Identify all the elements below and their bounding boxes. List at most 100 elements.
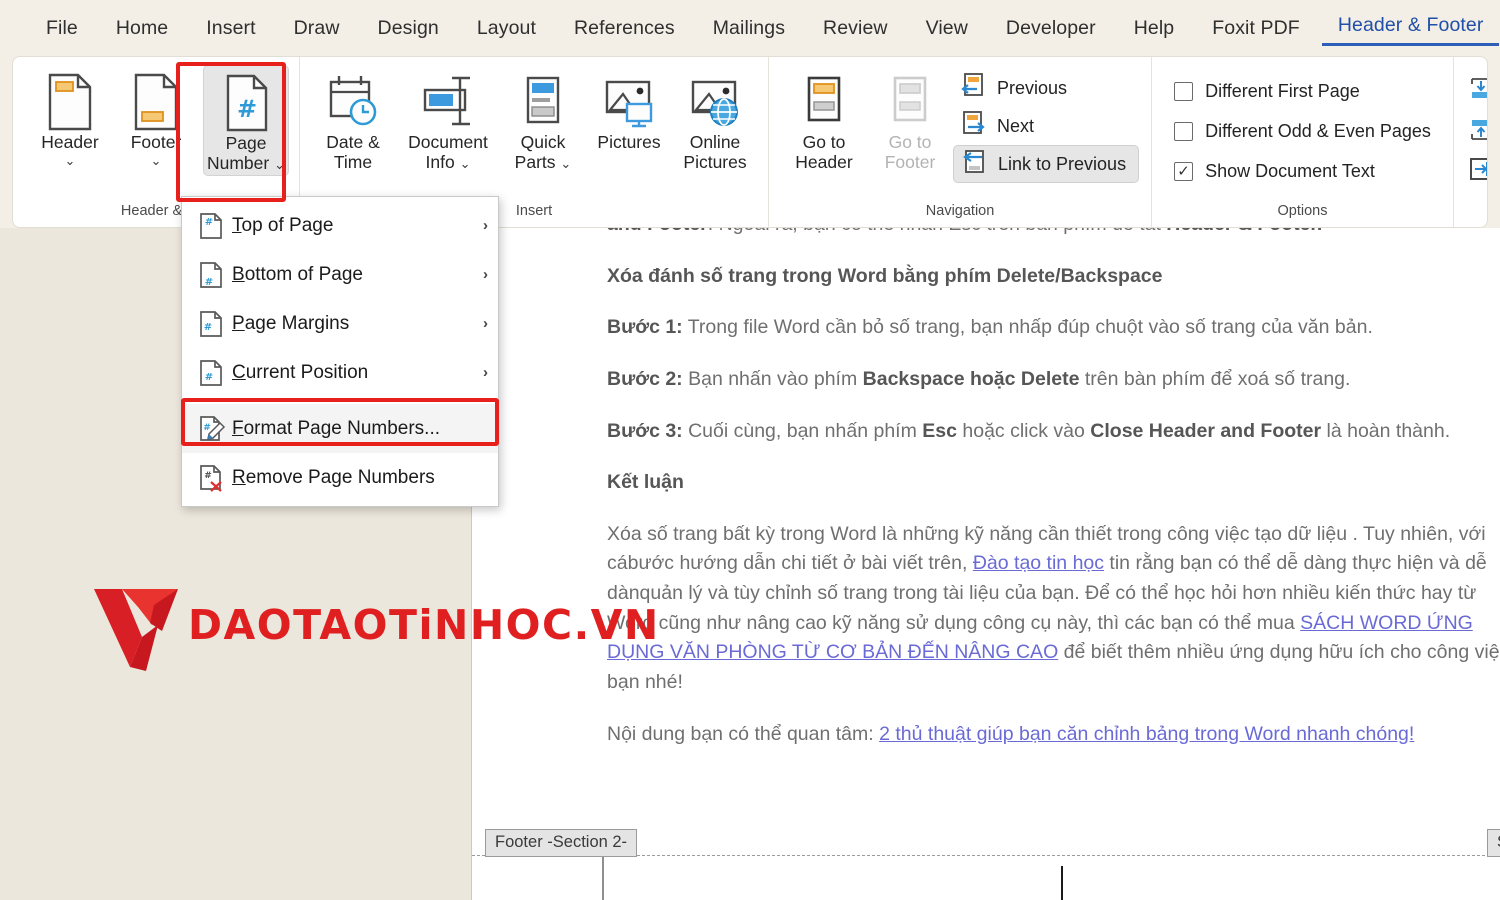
go-to-footer-button[interactable]: Go to Footer [867, 65, 953, 174]
document-info-icon [420, 71, 476, 133]
menu-item-remove-page-numbers[interactable]: # Remove Page Numbers [182, 453, 498, 502]
text-run: Bạn nhấn vào phím [683, 368, 863, 390]
different-first-page-row[interactable]: Different First Page [1174, 71, 1360, 111]
different-first-page-checkbox[interactable] [1174, 82, 1193, 101]
chevron-down-icon[interactable]: ⌄ [460, 156, 471, 171]
link-to-previous-icon [960, 148, 988, 181]
online-pictures-icon [687, 71, 743, 133]
bold-run: Esc [922, 420, 957, 442]
ribbon-tab-mailings[interactable]: Mailings [697, 13, 801, 44]
group-options: Different First Page Different Odd & Eve… [1151, 57, 1453, 227]
previous-button[interactable]: Previous [953, 69, 1139, 107]
ribbon-tab-home[interactable]: Home [100, 13, 184, 44]
footer-page-icon [130, 71, 182, 133]
para-conclusion: Xóa số trang bất kỳ trong Word là những … [607, 520, 1500, 698]
menu-item-page-margins[interactable]: #Page Margins› [182, 299, 498, 348]
page-number-bottom-icon: # [198, 261, 232, 289]
menu-item-top-of-page[interactable]: # Top of Page› [182, 201, 498, 250]
document-info-button[interactable]: Document Info ⌄ [396, 65, 500, 174]
quick-parts-label-2: Parts ⌄ [515, 153, 572, 173]
menu-item-label: Page Margins [232, 313, 483, 335]
go-to-header-label-1: Go to [803, 133, 846, 153]
menu-item-format-page-numbers[interactable]: #Format Page Numbers... [182, 404, 498, 453]
show-document-text-checkbox[interactable]: ✓ [1174, 162, 1193, 181]
menu-item-bottom-of-page[interactable]: #Bottom of Page› [182, 250, 498, 299]
date-time-button[interactable]: Date & Time [310, 65, 396, 174]
go-to-header-label-2: Header [795, 153, 852, 173]
chevron-down-icon[interactable]: ⌄ [151, 153, 162, 169]
footer-button[interactable]: Footer ⌄ [113, 65, 199, 171]
chevron-right-icon: › [483, 217, 488, 234]
ribbon-tab-layout[interactable]: Layout [461, 13, 552, 44]
bold-run: Backspace hoặc Delete [863, 368, 1080, 390]
quick-parts-button[interactable]: Quick Parts ⌄ [500, 65, 586, 174]
group-position: Hea Foo [1453, 57, 1488, 227]
text-run: Cuối cùng, bạn nhấn phím [683, 420, 923, 442]
page-number-button-label-2: Number ⌄ [207, 154, 285, 174]
header-from-top-row[interactable]: Hea [1468, 71, 1488, 111]
svg-text:#: # [203, 423, 211, 433]
bold-run: Bước 3: [607, 420, 683, 442]
ribbon-tab-header-footer[interactable]: Header & Footer [1322, 10, 1500, 46]
ribbon-tab-design[interactable]: Design [362, 13, 455, 44]
online-pictures-label-1: Online [690, 133, 741, 153]
menu-item-label: Bottom of Page [232, 264, 483, 286]
different-odd-even-row[interactable]: Different Odd & Even Pages [1174, 111, 1431, 151]
svg-text:#: # [237, 95, 257, 123]
ribbon-tab-help[interactable]: Help [1118, 13, 1191, 44]
menu-item-label: Top of Page [232, 215, 483, 237]
bold-run: Bước 2: [607, 368, 683, 390]
header-button[interactable]: Header ⌄ [27, 65, 113, 171]
para-buoc-1: Bước 1: Trong file Word cần bỏ số trang,… [607, 313, 1500, 343]
online-pictures-button[interactable]: Online Pictures [672, 65, 758, 174]
ribbon-tab-draw[interactable]: Draw [278, 13, 356, 44]
ribbon-tab-review[interactable]: Review [807, 13, 904, 44]
ribbon-tab-insert[interactable]: Insert [190, 13, 271, 44]
group-label-position [1468, 219, 1488, 227]
heading-ket-luan: Kết luận [607, 468, 1500, 498]
bold-run: Bước 1: [607, 316, 683, 338]
page-number-line2: Number [207, 153, 269, 173]
link-to-previous-button[interactable]: Link to Previous [953, 145, 1139, 183]
next-button-label: Next [997, 116, 1034, 137]
next-button[interactable]: Next [953, 107, 1139, 145]
pictures-icon [601, 71, 657, 133]
ribbon-tab-references[interactable]: References [558, 13, 691, 44]
header-page-icon [44, 71, 96, 133]
document-hyperlink[interactable]: Đào tạo tin học [973, 552, 1104, 574]
ribbon-tab-foxit-pdf[interactable]: Foxit PDF [1196, 13, 1316, 44]
group-label-options: Options [1174, 203, 1431, 227]
page-number-button-label-1: Page [226, 134, 267, 154]
chevron-down-icon[interactable]: ⌄ [65, 153, 76, 169]
show-document-text-label: Show Document Text [1205, 161, 1375, 182]
svg-text:#: # [204, 471, 212, 481]
ribbon: FileHomeInsertDrawDesignLayoutReferences… [0, 0, 1500, 228]
chevron-down-icon[interactable]: ⌄ [274, 157, 285, 172]
document-info-label-1: Document [408, 133, 488, 153]
chevron-right-icon: › [483, 364, 488, 381]
ribbon-tab-view[interactable]: View [910, 13, 984, 44]
menu-item-current-position[interactable]: #Current Position› [182, 348, 498, 397]
menu-item-label: Remove Page Numbers [232, 467, 488, 489]
insert-alignment-tab-row[interactable]: Ins [1468, 151, 1488, 191]
pictures-button[interactable]: Pictures [586, 65, 672, 155]
svg-text:#: # [205, 217, 213, 228]
chevron-down-icon[interactable]: ⌄ [560, 156, 571, 171]
ribbon-tab-file[interactable]: File [30, 13, 94, 44]
footer-from-bottom-icon [1468, 116, 1488, 147]
svg-text:#: # [204, 322, 212, 333]
ribbon-tab-bar: FileHomeInsertDrawDesignLayoutReferences… [0, 0, 1500, 56]
page-number-button[interactable]: # Page Number ⌄ [203, 65, 289, 176]
go-to-header-button[interactable]: Go to Header [781, 65, 867, 174]
same-as-previous-tag: S [1487, 829, 1500, 857]
different-odd-even-checkbox[interactable] [1174, 122, 1193, 141]
different-odd-even-label: Different Odd & Even Pages [1205, 121, 1431, 142]
show-document-text-row[interactable]: ✓ Show Document Text [1174, 151, 1375, 191]
ribbon-tab-developer[interactable]: Developer [990, 13, 1112, 44]
footer-button-label: Footer [131, 133, 182, 153]
document-hyperlink[interactable]: 2 thủ thuật giúp bạn căn chỉnh bảng tron… [879, 723, 1414, 745]
previous-section-icon [959, 72, 987, 105]
text-run: trên bàn phím để xoá số trang. [1079, 368, 1350, 390]
text-run: cũng như nâng cao kỹ năng sử dụng công c… [659, 612, 1301, 634]
footer-from-bottom-row[interactable]: Foo [1468, 111, 1488, 151]
